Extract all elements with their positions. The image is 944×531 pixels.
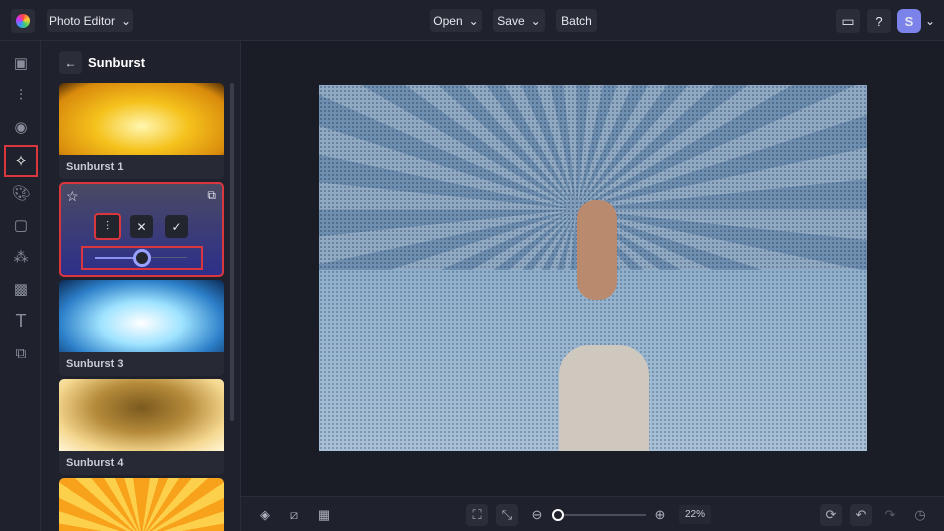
- star-icon[interactable]: ☆: [66, 188, 79, 205]
- effect-thumbnail: [59, 379, 224, 451]
- comments-icon[interactable]: ▭: [836, 9, 860, 33]
- frame-icon[interactable]: ▢: [6, 211, 36, 239]
- settings-button[interactable]: ⫶: [94, 213, 121, 240]
- open-button[interactable]: Open ⌄: [430, 9, 482, 32]
- redo-icon[interactable]: ↷: [879, 504, 901, 526]
- effect-card-sunburst-5[interactable]: [59, 478, 224, 531]
- image-icon[interactable]: ▣: [6, 49, 36, 77]
- tool-rail: ▣ ⫶ ◉ ✧ 🎨︎ ▢ ⁂ ▩ T ⧉: [0, 41, 41, 531]
- fit-screen-icon[interactable]: ⛶: [466, 504, 488, 526]
- overlay-icon[interactable]: ⧉: [6, 339, 36, 367]
- text-icon[interactable]: T: [6, 307, 36, 335]
- zoom-in-icon[interactable]: ⊕: [649, 504, 671, 526]
- texture-icon[interactable]: ▩: [6, 275, 36, 303]
- effect-card-sunburst-4[interactable]: Sunburst 4: [59, 379, 224, 475]
- shapes-icon[interactable]: ⁂: [6, 243, 36, 271]
- effect-thumbnail: [59, 280, 224, 352]
- panel-title: Sunburst: [88, 55, 146, 70]
- zoom-out-icon[interactable]: ⊖: [526, 504, 548, 526]
- chevron-down-icon[interactable]: ⌄: [922, 9, 938, 33]
- batch-button[interactable]: Batch: [556, 9, 597, 32]
- logo-icon: [16, 14, 30, 28]
- back-button[interactable]: ←: [59, 51, 82, 74]
- palette-icon[interactable]: 🎨︎: [6, 179, 36, 207]
- intensity-slider[interactable]: [81, 246, 203, 270]
- avatar-initial: S: [904, 13, 914, 29]
- baby-figure: [577, 200, 617, 300]
- logo[interactable]: [11, 9, 35, 33]
- effects-panel: ← Sunburst Sunburst 1 ☆ ⧉ ⫶ ✕ ✓ Sunburst…: [41, 41, 241, 531]
- effect-label: Sunburst 3: [66, 358, 124, 370]
- app-menu-button[interactable]: Photo Editor ⌄: [47, 9, 133, 32]
- help-icon[interactable]: ?: [867, 9, 891, 33]
- top-bar: Photo Editor ⌄ Open ⌄ Save ⌄ Batch ▭ ? S ⌄: [0, 0, 944, 41]
- sliders-icon: ⫶: [105, 219, 109, 233]
- arrow-left-icon: ←: [64, 55, 77, 70]
- man-figure: [559, 345, 649, 451]
- layers-icon[interactable]: ◈: [254, 504, 276, 526]
- close-icon: ✕: [136, 219, 147, 234]
- chevron-down-icon: ⌄: [468, 13, 479, 28]
- zoom-slider[interactable]: [552, 509, 646, 521]
- check-icon: ✓: [171, 219, 182, 234]
- chevron-down-icon: ⌄: [120, 13, 132, 28]
- apply-button[interactable]: ✓: [165, 215, 188, 238]
- bottom-toolbar: ◈ ⧄ ▦ ⛶ ⤡ ⊖ ⊕ 22% ⟳ ↶ ↷ ◷: [241, 496, 944, 531]
- zoom-level[interactable]: 22%: [679, 505, 711, 524]
- avatar[interactable]: S: [897, 9, 921, 33]
- undo-icon[interactable]: ↶: [850, 504, 872, 526]
- open-label: Open: [433, 13, 463, 28]
- canvas-image[interactable]: [319, 85, 867, 451]
- shrink-icon[interactable]: ⤡: [496, 504, 518, 526]
- refresh-icon[interactable]: ⟳: [820, 504, 842, 526]
- save-button[interactable]: Save ⌄: [493, 9, 545, 32]
- grid-icon[interactable]: ▦: [313, 504, 335, 526]
- zoom-slider-thumb[interactable]: [552, 509, 564, 521]
- cancel-button[interactable]: ✕: [130, 215, 153, 238]
- effect-label: Sunburst 1: [66, 161, 124, 173]
- effect-card-sunburst-2-selected[interactable]: ☆ ⧉ ⫶ ✕ ✓: [59, 182, 224, 277]
- adjustments-icon[interactable]: ⫶: [6, 81, 36, 109]
- effect-card-sunburst-3[interactable]: Sunburst 3: [59, 280, 224, 376]
- transform-icon[interactable]: ⧄: [283, 504, 305, 526]
- save-label: Save: [497, 13, 525, 28]
- history-icon[interactable]: ◷: [909, 504, 931, 526]
- effect-thumbnail: [59, 83, 224, 155]
- chevron-down-icon: ⌄: [530, 13, 541, 28]
- batch-label: Batch: [561, 13, 592, 28]
- slider-thumb[interactable]: [133, 249, 151, 267]
- effects-icon[interactable]: ✧: [4, 145, 38, 177]
- effect-card-sunburst-1[interactable]: Sunburst 1: [59, 83, 224, 179]
- scrollbar[interactable]: [230, 83, 234, 421]
- app-menu-label: Photo Editor: [48, 13, 115, 28]
- duplicate-icon[interactable]: ⧉: [207, 188, 216, 203]
- eye-icon[interactable]: ◉: [6, 113, 36, 141]
- effect-label: Sunburst 4: [66, 457, 124, 469]
